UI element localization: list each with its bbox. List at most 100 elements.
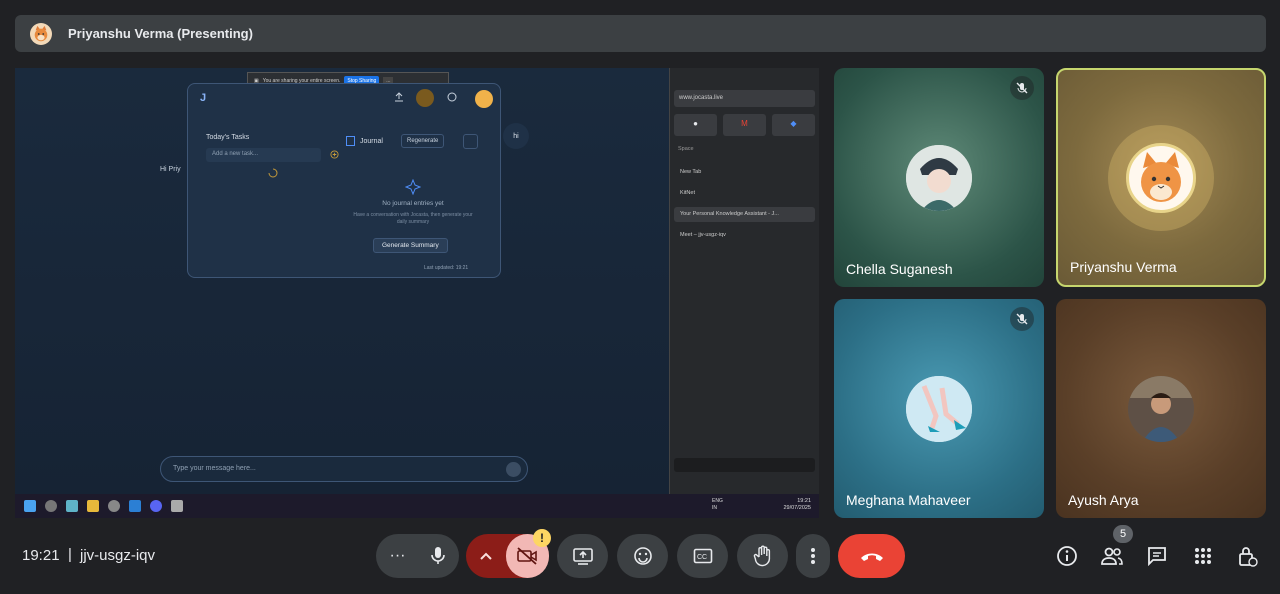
svg-text:CC: CC <box>697 554 707 561</box>
tasks-journal-panel: J Today's Tasks Add a new task... Journa… <box>187 83 501 278</box>
video-options-button[interactable] <box>466 552 506 560</box>
search-icon[interactable] <box>45 500 57 512</box>
sidebar-tab[interactable]: Your Personal Knowledge Assistant - J... <box>674 207 815 222</box>
task-input[interactable]: Add a new task... <box>206 148 321 162</box>
browser-sidebar: www.jocasta.live ● M ◆ Space New Tab Kit… <box>669 68 819 494</box>
reactions-button[interactable] <box>617 534 668 578</box>
raise-hand-icon <box>753 545 770 567</box>
no-entries-text: No journal entries yet <box>382 200 444 207</box>
emoji-icon <box>633 547 652 565</box>
more-vert-icon <box>811 548 815 564</box>
external-link-icon[interactable] <box>463 134 478 149</box>
mini-player[interactable] <box>674 458 815 472</box>
meeting-details-button[interactable] <box>1055 544 1079 568</box>
vscode-icon[interactable]: ◆ <box>772 114 815 136</box>
smiley-icon[interactable] <box>447 92 457 102</box>
windows-taskbar: ENG IN 19:21 29/07/2025 <box>15 494 819 518</box>
participant-tile[interactable]: Meghana Mahaveer <box>834 299 1044 518</box>
sidebar-tab[interactable]: Meet – jjv-usgz-iqv <box>674 228 815 243</box>
participant-avatar <box>906 376 972 442</box>
participant-name: Priyanshu Verma <box>1070 259 1177 275</box>
info-icon <box>1057 546 1077 566</box>
taskbar-time: 19:21 <box>797 498 811 504</box>
sidebar-tab[interactable]: New Tab <box>674 165 815 180</box>
camera-off-icon <box>517 547 538 565</box>
captions-icon: CC <box>693 548 712 564</box>
app-icon[interactable] <box>171 500 183 512</box>
captions-button[interactable]: CC <box>677 534 728 578</box>
apps-grid-icon <box>1195 548 1211 564</box>
loading-spinner-icon <box>268 168 278 178</box>
camera-warning-badge: ! <box>533 529 551 547</box>
present-button[interactable] <box>557 534 608 578</box>
meeting-controls-bar: 19:21 | jjv-usgz-iqv ··· ! CC 5 <box>0 520 1280 594</box>
people-button[interactable] <box>1100 544 1124 568</box>
browser-url-bar[interactable]: www.jocasta.live <box>674 90 815 107</box>
tasks-title: Today's Tasks <box>206 134 250 141</box>
more-options-button[interactable] <box>796 534 830 578</box>
microphone-icon <box>430 547 445 564</box>
gmail-icon[interactable]: M <box>723 114 766 136</box>
vscode-icon[interactable] <box>129 500 141 512</box>
participant-avatar <box>1128 376 1194 442</box>
browser-icon[interactable] <box>108 500 120 512</box>
generate-summary-button[interactable]: Generate Summary <box>373 238 448 253</box>
people-icon <box>1101 547 1123 565</box>
taskbar-clock[interactable]: 19:21 29/07/2025 <box>783 498 811 512</box>
participant-tile[interactable]: Chella Suganesh <box>834 68 1044 287</box>
sidebar-section-label: Space <box>678 146 694 152</box>
present-screen-icon <box>572 548 593 565</box>
message-input[interactable]: Type your message here... <box>160 456 528 482</box>
journal-hint: Have a conversation with Jocasta, then g… <box>353 212 473 225</box>
participant-count-badge: 5 <box>1113 525 1133 543</box>
journal-title: Journal <box>360 138 383 145</box>
activities-button[interactable] <box>1191 544 1215 568</box>
participant-name: Meghana Mahaveer <box>846 492 971 508</box>
discord-icon[interactable] <box>150 500 162 512</box>
presenter-title: Priyanshu Verma (Presenting) <box>68 26 253 41</box>
regenerate-button[interactable]: Regenerate <box>401 134 445 148</box>
lock-person-icon <box>1239 547 1258 567</box>
add-task-icon[interactable] <box>330 150 339 159</box>
mic-control-group: ··· <box>376 534 459 578</box>
chat-button[interactable] <box>1145 544 1169 568</box>
journal-icon <box>346 136 355 146</box>
participant-name: Ayush Arya <box>1068 492 1139 508</box>
raise-hand-button[interactable] <box>737 534 788 578</box>
store-icon[interactable] <box>66 500 78 512</box>
language-indicator[interactable]: ENG IN <box>712 498 723 511</box>
participant-tile[interactable]: Priyanshu Verma <box>1056 68 1266 287</box>
app-logo-icon: J <box>200 92 207 104</box>
participant-avatar <box>1126 143 1196 213</box>
participant-name: Chella Suganesh <box>846 261 953 277</box>
region-code: IN <box>712 504 717 511</box>
mic-muted-icon <box>1010 76 1034 100</box>
sidebar-tab[interactable]: KitNet <box>674 186 815 201</box>
separator: | <box>68 546 72 563</box>
message-placeholder: Type your message here... <box>173 465 256 472</box>
folder-icon[interactable] <box>87 500 99 512</box>
microphone-button[interactable] <box>418 546 458 566</box>
meeting-code: jjv-usgz-iqv <box>80 547 156 564</box>
host-controls-button[interactable] <box>1236 544 1260 568</box>
chevron-up-icon <box>480 552 492 560</box>
leave-call-button[interactable] <box>838 534 905 578</box>
chat-icon <box>1148 547 1166 566</box>
shared-screen[interactable]: ▣ You are sharing your entire screen. St… <box>15 68 819 518</box>
windows-start-icon[interactable] <box>24 500 36 512</box>
calendar-icon[interactable] <box>416 89 434 107</box>
github-icon[interactable]: ● <box>674 114 717 136</box>
sparkle-icon <box>405 179 421 195</box>
send-icon[interactable] <box>506 462 521 477</box>
user-avatar[interactable] <box>475 90 493 108</box>
last-updated: Last updated: 19:21 <box>424 265 469 271</box>
shared-app-area: ▣ You are sharing your entire screen. St… <box>15 68 669 494</box>
chat-bubble: hi <box>503 123 529 149</box>
chat-greeting: Hi Priy <box>160 166 181 173</box>
language-code: ENG <box>712 498 723 504</box>
audio-options-button[interactable]: ··· <box>378 547 418 565</box>
share-icon[interactable] <box>394 92 404 102</box>
participant-avatar <box>906 145 972 211</box>
meeting-clock: 19:21 <box>22 547 60 564</box>
participant-tile[interactable]: Ayush Arya <box>1056 299 1266 518</box>
